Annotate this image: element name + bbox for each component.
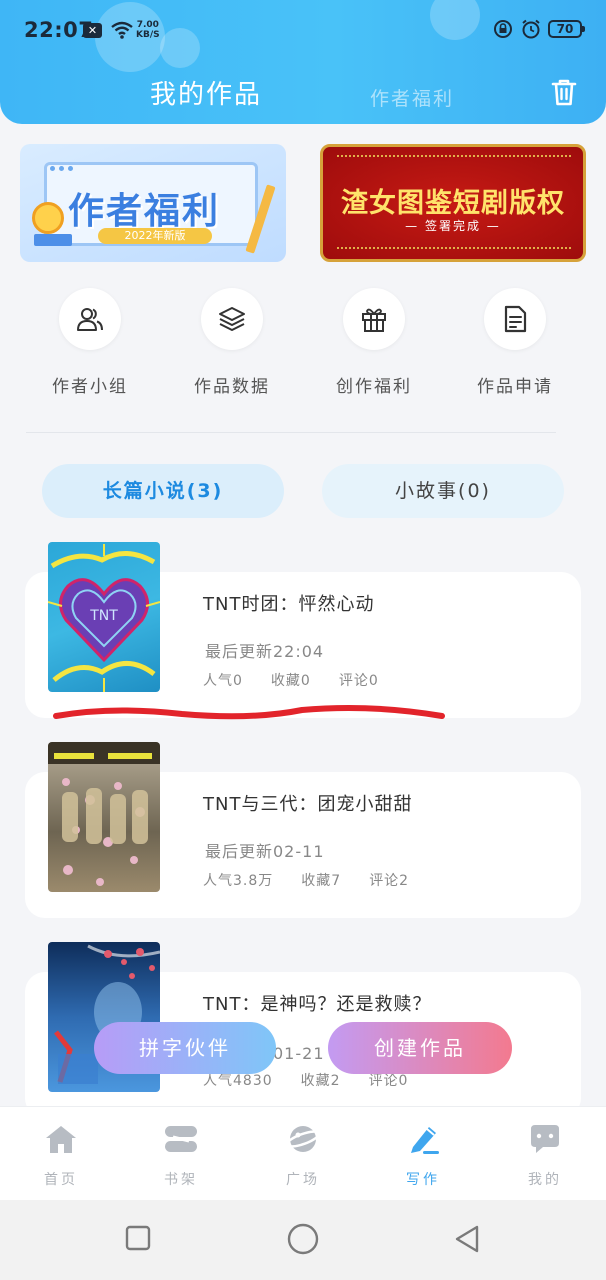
banner-window-dots bbox=[50, 166, 73, 171]
nav-label: 书架 bbox=[164, 1172, 198, 1188]
writing-partner-button[interactable]: 拼字伙伴 bbox=[94, 1022, 276, 1074]
quick-entry-creation-benefits[interactable]: 创作福利 bbox=[314, 288, 434, 397]
quick-entry-label: 作品申请 bbox=[477, 377, 553, 397]
cover-artwork: TNT bbox=[48, 544, 160, 692]
work-popularity: 人气3.8万 bbox=[203, 873, 274, 889]
quick-entry-circle bbox=[201, 288, 263, 350]
cover-artwork bbox=[48, 742, 160, 886]
network-speed: 7.00 KB/S bbox=[136, 20, 160, 40]
network-speed-value: 7.00 bbox=[136, 20, 159, 30]
tab-long-novels[interactable]: 长篇小说(3) bbox=[42, 464, 284, 518]
work-title[interactable]: TNT与三代：团宠小甜甜 bbox=[203, 790, 412, 816]
quick-entry-circle bbox=[59, 288, 121, 350]
nav-mine[interactable]: 我的 bbox=[500, 1123, 590, 1189]
trash-icon[interactable] bbox=[548, 76, 580, 108]
work-cover[interactable] bbox=[48, 742, 160, 892]
work-favorites: 收藏7 bbox=[301, 873, 342, 889]
back-icon[interactable] bbox=[452, 1224, 482, 1254]
quick-entry-label: 创作福利 bbox=[336, 377, 412, 397]
group-icon bbox=[77, 308, 103, 331]
banner-copyright-signed[interactable]: 渣女图鉴短剧版权 — 签署完成 — bbox=[320, 144, 586, 262]
quick-entry-circle bbox=[484, 288, 546, 350]
quick-entry-circle bbox=[343, 288, 405, 350]
pen-icon bbox=[411, 1127, 439, 1154]
red-annotation-underline bbox=[53, 705, 445, 720]
alarm-clock-illustration bbox=[32, 202, 64, 234]
work-comments: 评论0 bbox=[338, 673, 379, 689]
work-title[interactable]: TNT时团：怦然心动 bbox=[203, 590, 374, 616]
create-work-button[interactable]: 创建作品 bbox=[328, 1022, 512, 1074]
tab-author-benefits[interactable]: 作者福利 bbox=[370, 84, 454, 111]
gift-icon bbox=[362, 308, 386, 332]
decorative-border bbox=[337, 247, 571, 253]
work-last-updated: 最后更新02-11 bbox=[205, 842, 325, 861]
layers-icon bbox=[219, 307, 245, 331]
banner-author-benefits[interactable]: 作者福利 2022年新版 bbox=[20, 144, 286, 262]
home-icon bbox=[46, 1126, 76, 1153]
nav-square[interactable]: 广场 bbox=[258, 1123, 348, 1189]
work-last-updated: 最后更新22:04 bbox=[205, 642, 325, 661]
banner-title: 作者福利 bbox=[68, 191, 221, 232]
document-icon bbox=[504, 305, 527, 333]
work-favorites: 收藏0 bbox=[270, 673, 311, 689]
svg-text:TNT: TNT bbox=[89, 608, 118, 624]
tab-my-works[interactable]: 我的作品 bbox=[150, 74, 262, 111]
wifi-icon bbox=[111, 21, 133, 39]
home-button-icon[interactable] bbox=[286, 1222, 320, 1256]
status-right: 70 bbox=[492, 18, 585, 40]
banner-subtitle: — 签署完成 — bbox=[405, 219, 501, 233]
banner-tag: 2022年新版 bbox=[98, 228, 212, 244]
chat-bubble-icon bbox=[531, 1125, 559, 1153]
alarm-icon bbox=[522, 19, 540, 39]
battery-indicator: 70 bbox=[548, 20, 585, 38]
work-title[interactable]: TNT：是神吗？还是救赎？ bbox=[203, 990, 431, 1016]
quick-entry-author-group[interactable]: 作者小组 bbox=[30, 288, 150, 397]
network-speed-unit: KB/S bbox=[136, 30, 160, 40]
header: 22:07 ✕ 7.00 KB/S 70 我的作品 作者福利 bbox=[0, 0, 606, 124]
nav-writing[interactable]: 写作 bbox=[378, 1123, 468, 1189]
system-navigation-bar bbox=[0, 1200, 606, 1280]
status-bar: 22:07 ✕ 7.00 KB/S 70 bbox=[0, 0, 606, 62]
nav-label: 写作 bbox=[406, 1172, 440, 1188]
bottom-navigation: 首页 书架 广场 写作 我的 bbox=[0, 1106, 606, 1200]
bookshelf-icon bbox=[165, 1126, 197, 1152]
work-popularity: 人气0 bbox=[203, 673, 243, 689]
section-divider bbox=[26, 432, 556, 433]
decorative-border bbox=[337, 155, 571, 161]
lock-rotation-icon bbox=[494, 20, 512, 38]
work-stats: 人气3.8万 收藏7 评论2 bbox=[203, 870, 409, 890]
planet-icon bbox=[285, 1126, 321, 1152]
quick-entry-label: 作者小组 bbox=[52, 377, 128, 397]
nav-label: 首页 bbox=[44, 1172, 78, 1188]
notification-icon: ✕ bbox=[83, 23, 102, 38]
nav-label: 我的 bbox=[528, 1172, 562, 1188]
quick-entry-work-application[interactable]: 作品申请 bbox=[455, 288, 575, 397]
work-favorites: 收藏2 bbox=[300, 1073, 341, 1089]
tab-short-stories[interactable]: 小故事(0) bbox=[322, 464, 564, 518]
quick-entry-label: 作品数据 bbox=[194, 377, 270, 397]
nav-label: 广场 bbox=[286, 1172, 320, 1188]
quick-entry-work-data[interactable]: 作品数据 bbox=[172, 288, 292, 397]
nav-home[interactable]: 首页 bbox=[16, 1123, 106, 1189]
nav-bookshelf[interactable]: 书架 bbox=[136, 1123, 226, 1189]
work-comments: 评论2 bbox=[369, 873, 410, 889]
work-stats: 人气0 收藏0 评论0 bbox=[203, 670, 379, 690]
recent-apps-icon[interactable] bbox=[124, 1224, 152, 1252]
banner-title: 渣女图鉴短剧版权 bbox=[341, 188, 565, 219]
books-illustration bbox=[34, 234, 72, 246]
work-cover[interactable]: TNT bbox=[48, 542, 160, 692]
